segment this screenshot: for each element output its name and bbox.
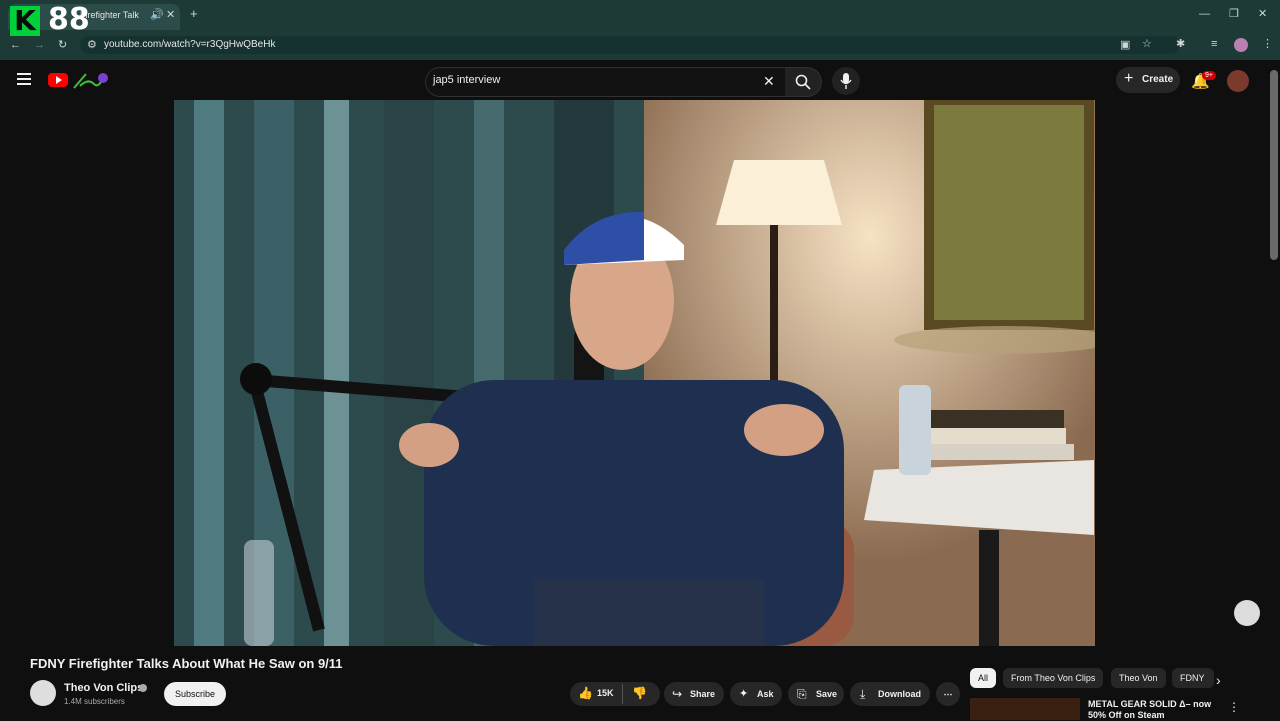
like-divider bbox=[622, 684, 623, 704]
site-info-icon[interactable]: ⚙ bbox=[87, 39, 97, 51]
bookmark-star-icon[interactable]: ☆ bbox=[1142, 38, 1152, 50]
reload-icon[interactable]: ↻ bbox=[58, 39, 67, 51]
maximize-icon[interactable]: ❐ bbox=[1229, 8, 1239, 20]
hamburger-menu-icon[interactable] bbox=[17, 73, 31, 85]
page-scrollbar[interactable] bbox=[1270, 70, 1278, 260]
save-button[interactable]: ⎘ Save bbox=[788, 682, 844, 706]
video-title: FDNY Firefighter Talks About What He Saw… bbox=[30, 656, 343, 671]
create-label: Create bbox=[1142, 74, 1174, 85]
channel-watermark-icon[interactable] bbox=[1234, 600, 1260, 626]
extensions-icon[interactable]: ✱ bbox=[1176, 38, 1185, 50]
plus-icon: + bbox=[1124, 70, 1134, 87]
youtube-logo-icon[interactable] bbox=[48, 73, 68, 87]
recommendation-title[interactable]: METAL GEAR SOLID Δ– now 50% Off on Steam bbox=[1088, 699, 1228, 721]
search-icon bbox=[795, 74, 811, 90]
profile-icon[interactable] bbox=[1234, 38, 1248, 52]
chips-next-chevron-icon[interactable]: › bbox=[1216, 672, 1221, 688]
subscriber-count: 1.4M subscribers bbox=[64, 697, 125, 706]
voice-search-button[interactable] bbox=[832, 67, 860, 95]
download-icon: ⤓ bbox=[860, 687, 866, 701]
tab-close-icon[interactable]: ✕ bbox=[166, 9, 175, 21]
chip-all[interactable]: All bbox=[970, 668, 997, 688]
save-label: Save bbox=[816, 689, 838, 699]
ask-button[interactable]: ✦ Ask bbox=[730, 682, 782, 706]
download-button[interactable]: ⤓ Download bbox=[850, 682, 930, 706]
tab-audio-icon[interactable]: 🔊 bbox=[150, 9, 164, 21]
sparkle-icon: ✦ bbox=[739, 688, 749, 700]
media-icon[interactable]: ≡ bbox=[1211, 38, 1217, 50]
share-icon: ↪ bbox=[672, 687, 683, 701]
dislike-icon[interactable]: 👎 bbox=[632, 686, 647, 700]
more-actions-icon[interactable]: ⋯ bbox=[936, 682, 960, 706]
create-button[interactable]: + Create bbox=[1116, 67, 1180, 93]
microphone-icon bbox=[840, 73, 852, 89]
search-input[interactable]: jap5 interview bbox=[433, 74, 500, 86]
bookmark-icon: ⎘ bbox=[797, 687, 807, 701]
youtube-doodle-icon[interactable] bbox=[72, 70, 108, 90]
search-button[interactable] bbox=[785, 67, 822, 97]
install-icon[interactable]: ▣ bbox=[1120, 39, 1130, 51]
like-count[interactable]: 15K bbox=[597, 688, 614, 698]
channel-avatar[interactable] bbox=[30, 680, 56, 706]
like-icon[interactable]: 👍 bbox=[578, 686, 593, 700]
forward-icon[interactable]: → bbox=[34, 39, 45, 51]
download-label: Download bbox=[878, 689, 921, 699]
new-tab-icon[interactable]: + bbox=[190, 7, 198, 20]
clear-search-icon[interactable]: ✕ bbox=[763, 73, 775, 90]
back-icon[interactable]: ← bbox=[10, 39, 21, 51]
channel-name[interactable]: Theo Von Clips bbox=[64, 682, 143, 694]
video-frame bbox=[174, 100, 1095, 646]
k88-logo-number: 88 bbox=[48, 2, 90, 37]
minimize-icon[interactable]: — bbox=[1199, 8, 1210, 20]
account-avatar[interactable] bbox=[1227, 70, 1249, 92]
notification-badge: 9+ bbox=[1202, 71, 1216, 80]
recommendation-thumbnail[interactable] bbox=[970, 698, 1080, 720]
window-close-icon[interactable]: ✕ bbox=[1258, 8, 1267, 20]
subscribe-button[interactable]: Subscribe bbox=[164, 682, 226, 706]
recommendation-menu-icon[interactable]: ⋮ bbox=[1228, 700, 1240, 714]
k88-logo-mark: K bbox=[10, 6, 40, 36]
share-label: Share bbox=[690, 689, 716, 699]
video-player[interactable] bbox=[174, 100, 1095, 646]
chip-from-channel[interactable]: From Theo Von Clips bbox=[1003, 668, 1104, 688]
share-button[interactable]: ↪ Share bbox=[664, 682, 724, 706]
chip-fdny[interactable]: FDNY bbox=[1172, 668, 1214, 688]
menu-kebab-icon[interactable]: ⋮ bbox=[1262, 38, 1273, 50]
chip-theo-von[interactable]: Theo Von bbox=[1111, 668, 1166, 688]
verified-badge-icon bbox=[139, 684, 147, 692]
ask-label: Ask bbox=[757, 689, 774, 699]
url-text[interactable]: youtube.com/watch?v=r3QgHwQBeHk bbox=[104, 39, 275, 50]
